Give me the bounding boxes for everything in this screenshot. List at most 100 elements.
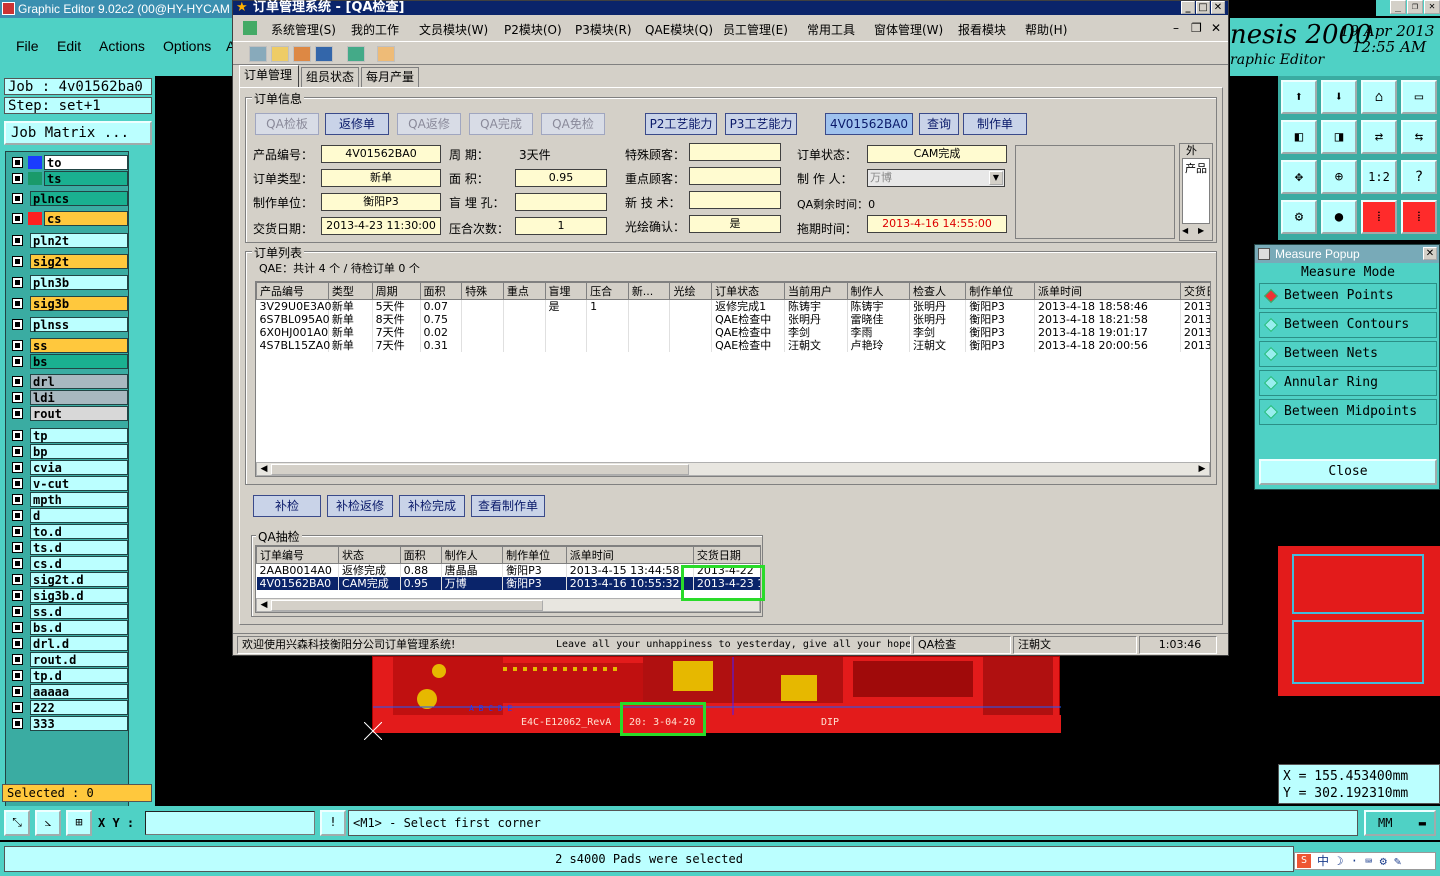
make-sheet-button[interactable]: 制作单 [963,113,1027,135]
layer-row-ts-d[interactable]: ts.d [10,540,128,555]
layer-row-ss[interactable]: ss [10,338,128,353]
table-row[interactable]: 6X0HJ001A0 新单 7天件 0.02 QAE检查中 李剑 李雨 李剑 衡阳P3 2013-… [256,326,1210,339]
table-row[interactable]: 3V29U0E3A0 新单 5天件 0.07 是 1 返修完成1 陈铸宇 陈铸宇 张明丹 衡阳P3 2… [256,299,1210,313]
scroll-right-icon[interactable]: ▶ [1195,463,1209,475]
layer-row-plnss[interactable]: plnss [10,317,128,332]
menu-my-work[interactable]: 我的工作 [351,21,399,38]
layer-checkbox[interactable] [12,590,23,601]
recheck-rework-button[interactable]: 补检返修 [327,495,393,517]
popup-close-icon[interactable]: ✕ [1423,247,1437,260]
order-status-field[interactable]: CAM完成 [867,145,1007,163]
layer-name[interactable]: ts.d [30,540,128,555]
xy-input[interactable] [145,811,315,835]
layer-row-mpth[interactable]: mpth [10,492,128,507]
column-header[interactable]: 盲埋 [544,282,588,300]
table-row[interactable]: 6S7BL095A0 新单 8天件 0.75 QAE检查中 张明丹 雷晓佳 张明丹 衡阳P3 20… [256,313,1210,326]
dialog-maximize-icon[interactable]: □ [1196,1,1210,14]
layer-row-rout-d[interactable]: rout.d [10,652,128,667]
layer-name[interactable]: pln3b [30,275,128,290]
layer-checkbox[interactable] [12,319,23,330]
layer-row-v-cut[interactable]: v-cut [10,476,128,491]
column-header[interactable]: 产品编号 [256,282,329,300]
layer-name[interactable]: to.d [30,524,128,539]
layer-checkbox[interactable] [12,392,23,403]
column-header[interactable]: 面积 [419,282,463,300]
layer-checkbox[interactable] [12,542,23,553]
qa-scroll-thumb[interactable] [271,600,543,611]
column-header[interactable]: 重点 [502,282,546,300]
layer-checkbox[interactable] [12,654,23,665]
layer-name[interactable]: drl [30,374,128,389]
mdi-close-icon[interactable]: ✕ [1211,21,1221,35]
press-count-field[interactable]: 1 [515,217,607,235]
column-header[interactable]: 制作人 [440,546,504,564]
layer-row-to-d[interactable]: to.d [10,524,128,539]
blind-via-field[interactable] [515,193,607,211]
layer-row-plncs[interactable]: plncs [10,191,128,206]
minimize-icon[interactable]: _ [1390,0,1406,14]
layer-checkbox[interactable] [12,494,23,505]
measure-tool-icon[interactable]: ⦣ [35,810,61,836]
maker-select[interactable]: 万博 [867,169,1005,187]
column-header[interactable]: 制作单位 [965,282,1036,300]
tree-icon[interactable] [293,46,311,62]
product-no-field[interactable]: 4V01562BA0 [321,145,441,163]
probe-icon[interactable]: ● [1321,200,1357,234]
layer-row-cs-d[interactable]: cs.d [10,556,128,571]
layer-row-bp[interactable]: bp [10,444,128,459]
qa-check-board-button[interactable]: QA检板 [255,113,319,135]
layer-checkbox[interactable] [12,408,23,419]
column-header[interactable]: 制作单位 [502,546,567,564]
menu-qae[interactable]: QAE模块(Q) [645,21,713,38]
layer-name[interactable]: to [44,155,128,170]
tab-monthly-output[interactable]: 每月产量 [361,67,419,87]
qa-complete-button[interactable]: QA完成 [469,113,533,135]
layer-row-ts[interactable]: ts [10,171,128,186]
layer-row-drl[interactable]: drl [10,374,128,389]
mdi-restore-icon[interactable]: ❐ [1191,21,1202,35]
layer-row-bs[interactable]: bs [10,354,128,369]
layer-checkbox[interactable] [12,622,23,633]
net-icon[interactable]: ⁞ [1361,200,1397,234]
zoom-down-icon[interactable]: ⬇ [1321,80,1357,114]
layer-name[interactable]: tp.d [30,668,128,683]
layer-row-bs-d[interactable]: bs.d [10,620,128,635]
column-header[interactable]: 周期 [371,282,421,300]
select-tool-icon[interactable]: ⤡ [4,810,30,836]
mdi-minimize-icon[interactable]: – [1173,21,1179,35]
info-icon[interactable]: ! [320,810,346,836]
layer-name[interactable]: cvia [30,460,128,475]
menu-windows[interactable]: 窗体管理(W) [874,21,943,38]
menu-clerk[interactable]: 文员模块(W) [419,21,488,38]
layer-checkbox[interactable] [12,193,23,204]
layer-row-pln3b[interactable]: pln3b [10,275,128,290]
menu-file[interactable]: File [16,38,39,54]
layer-name[interactable]: ldi [30,390,128,405]
user-icon[interactable] [377,46,395,62]
zoom-up-icon[interactable]: ⬆ [1281,80,1317,114]
external-scroll-right-icon[interactable]: ▶ [1198,226,1204,235]
layer-name[interactable]: pln2t [30,233,128,248]
layer-checkbox[interactable] [12,298,23,309]
layer-checkbox[interactable] [12,277,23,288]
layer-name[interactable]: plnss [30,317,128,332]
order-type-field[interactable]: 新单 [321,169,441,187]
layer-name[interactable]: 222 [30,700,128,715]
photo-confirm-field[interactable]: 是 [689,215,781,233]
layer-name[interactable]: sig3b.d [30,588,128,603]
delivery-date-field[interactable]: 2013-4-23 11:30:00 [321,217,441,235]
scale-icon[interactable]: 1:2 [1361,160,1397,194]
menu-edit[interactable]: Edit [57,38,81,54]
unit-select[interactable]: MM ▬ [1364,810,1436,836]
column-header[interactable]: 特殊 [461,282,504,300]
layer-checkbox[interactable] [12,157,23,168]
close-icon[interactable]: ✕ [1424,0,1440,14]
layer-checkbox[interactable] [12,430,23,441]
layer-name[interactable]: bs.d [30,620,128,635]
column-header[interactable]: 面积 [399,546,442,564]
maker-dropdown-icon[interactable]: ▼ [989,171,1003,185]
layer-checkbox[interactable] [12,558,23,569]
layer-name[interactable]: bp [30,444,128,459]
layer-name[interactable]: mpth [30,492,128,507]
layer-row-pln2t[interactable]: pln2t [10,233,128,248]
